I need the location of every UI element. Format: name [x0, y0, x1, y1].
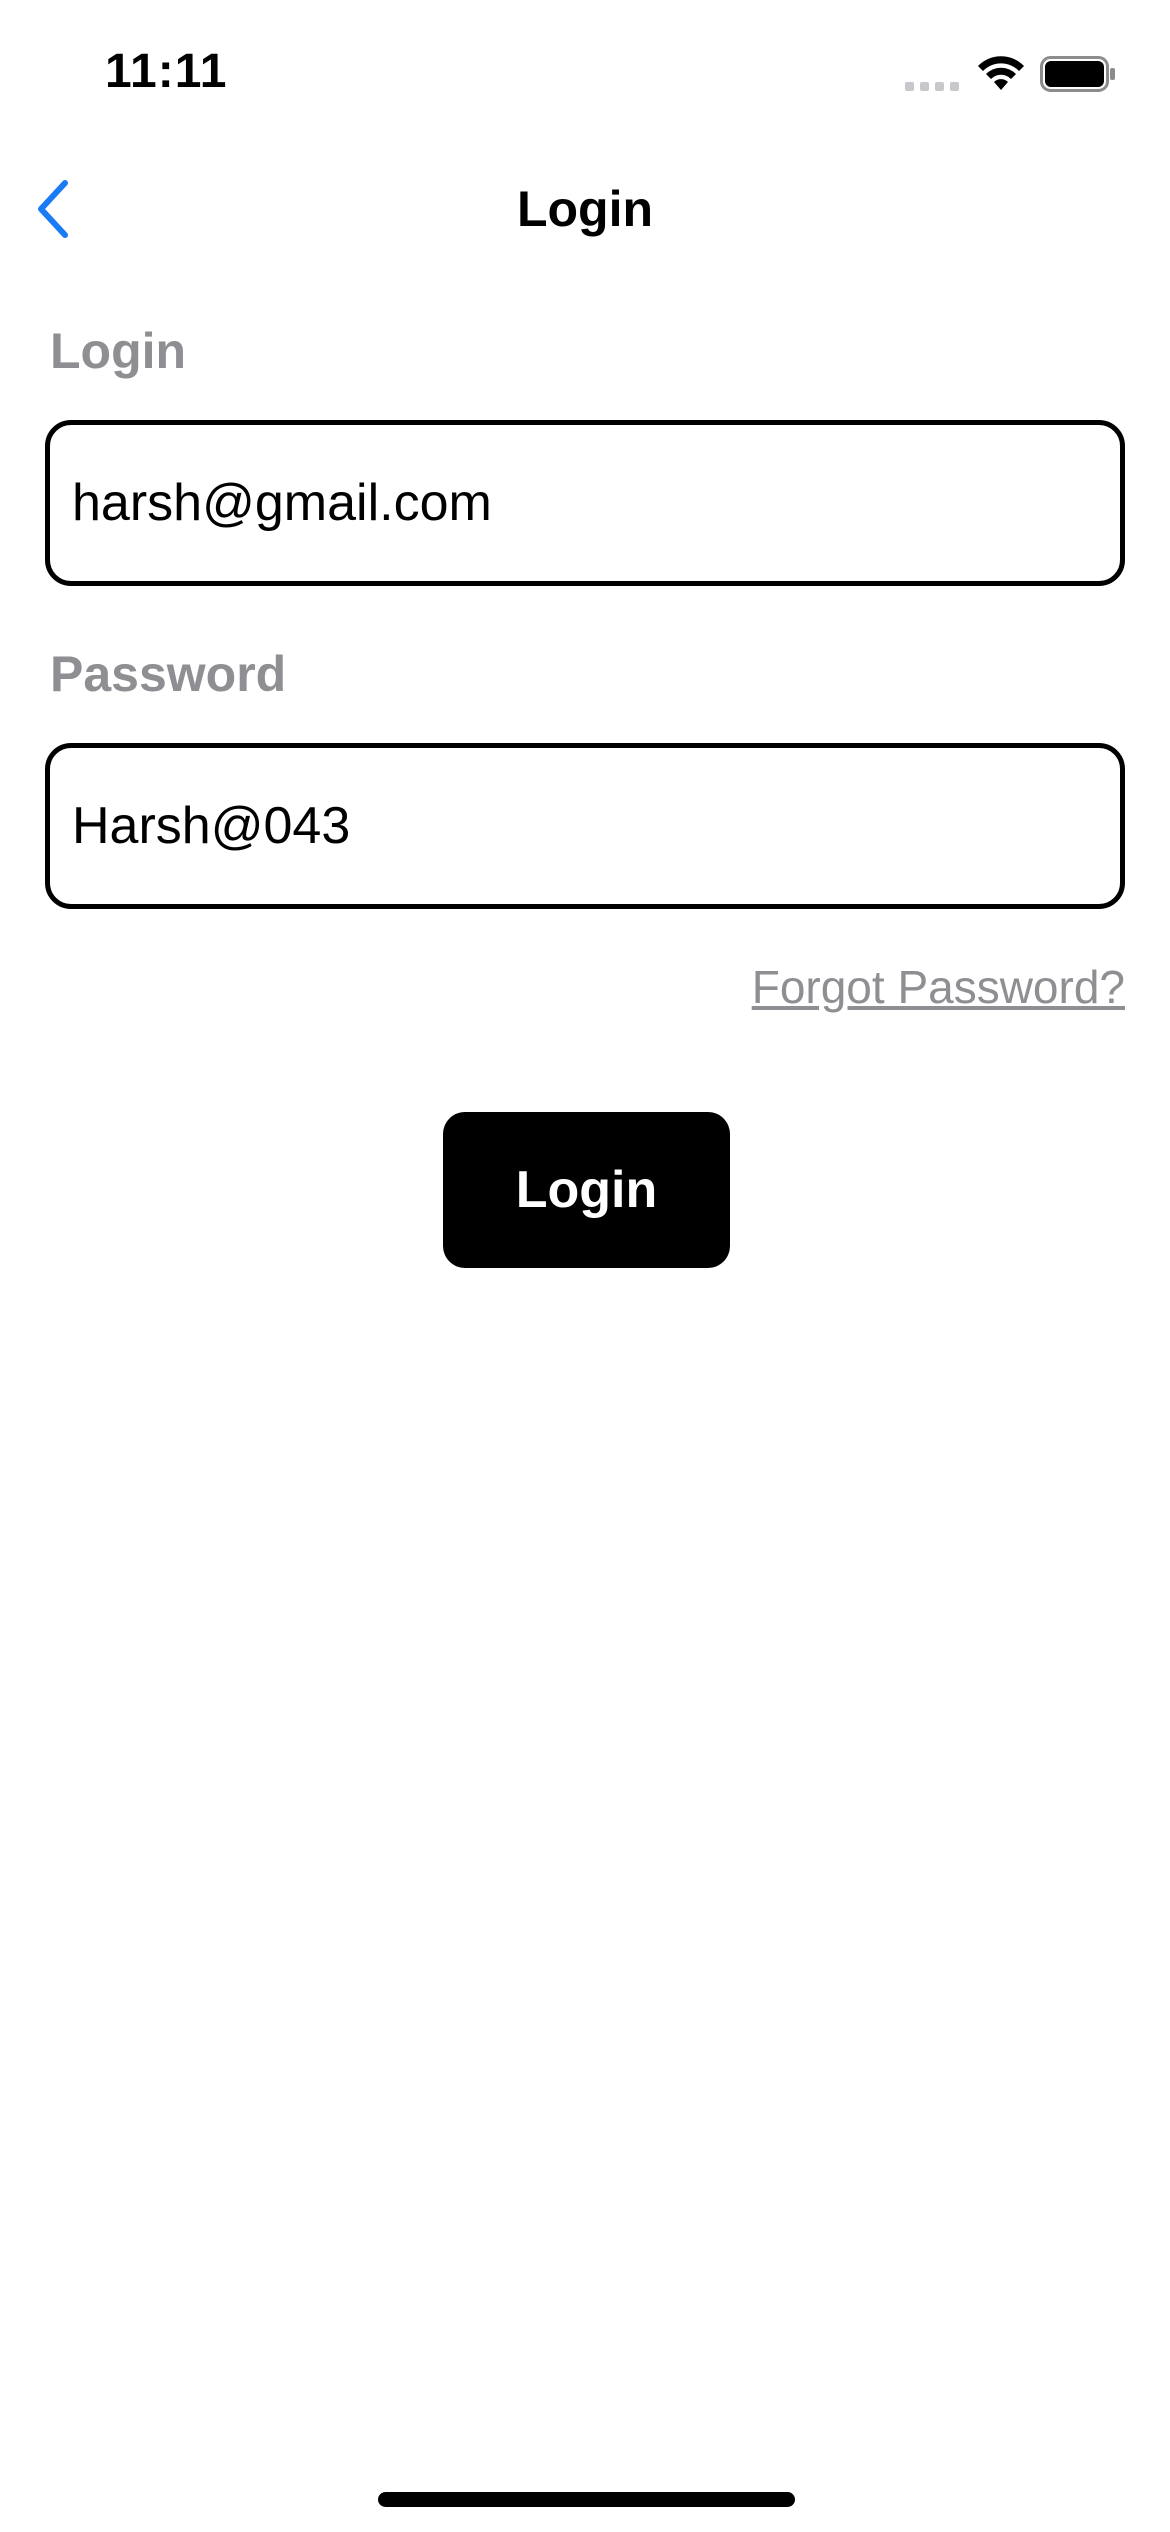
battery-icon: [1040, 56, 1115, 92]
status-time: 11:11: [105, 45, 228, 98]
login-screen: 11:11 Login Login Password Forgot Passwo…: [0, 0, 1170, 2532]
status-bar: 11:11: [0, 0, 1170, 150]
password-field[interactable]: [45, 743, 1125, 909]
cellular-signal-icon: [905, 82, 959, 91]
login-field[interactable]: [45, 420, 1125, 586]
home-indicator: [378, 2492, 795, 2507]
login-button[interactable]: Login: [443, 1112, 730, 1268]
login-field-label: Login: [50, 323, 187, 379]
password-input[interactable]: [50, 748, 1120, 904]
wifi-icon: [978, 56, 1024, 90]
forgot-password-link[interactable]: Forgot Password?: [752, 960, 1125, 1014]
password-field-label: Password: [50, 646, 287, 702]
login-input[interactable]: [50, 425, 1120, 581]
page-title: Login: [516, 181, 654, 237]
navigation-bar: Login: [0, 150, 1170, 270]
